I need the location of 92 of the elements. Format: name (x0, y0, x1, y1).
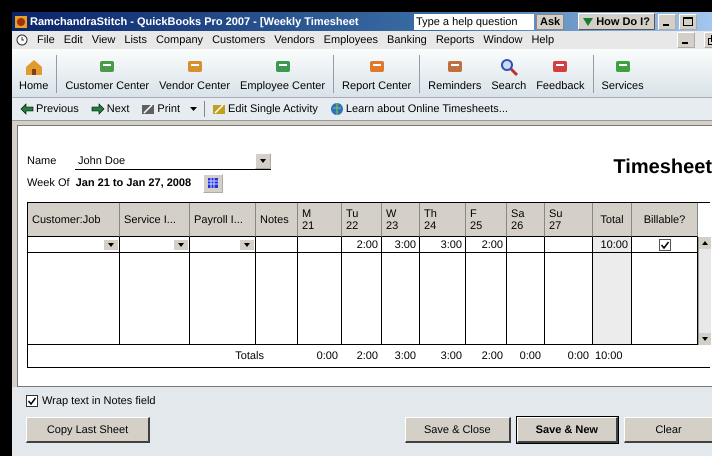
hours-cell[interactable]: 3:00 (420, 237, 466, 253)
menu-item[interactable]: Lists (124, 34, 147, 46)
dropdown-cell[interactable] (190, 237, 256, 253)
column-header: Sa 26 (507, 203, 545, 237)
help-field[interactable]: Type a help question (414, 14, 534, 30)
toolbar-button[interactable]: Home (14, 51, 54, 97)
dropdown-cell[interactable] (120, 237, 190, 253)
menu-item[interactable]: File (37, 34, 55, 46)
scroll-up-icon[interactable] (699, 237, 711, 249)
toolbar-button[interactable]: Print (136, 102, 202, 116)
scroll-down-icon[interactable] (699, 333, 711, 345)
timesheet-heading: Timesheet (613, 156, 712, 179)
total-value: 0:00 (568, 350, 590, 362)
caret-icon[interactable] (190, 107, 198, 111)
dropdown-arrow-icon (255, 152, 271, 168)
column-header: Tu 22 (342, 203, 382, 237)
app-logo-icon (14, 14, 28, 28)
checkbox-label: Wrap text in Notes field (42, 395, 156, 407)
column-header: Service I... (120, 203, 190, 237)
dropdown-cell[interactable] (28, 237, 120, 253)
column-header: Su 27 (545, 203, 593, 237)
billable-checkbox[interactable] (658, 238, 670, 250)
totals-label: Totals (235, 350, 264, 362)
hours-cell[interactable] (298, 237, 342, 253)
clock-icon[interactable] (16, 34, 28, 46)
column-header: Notes (256, 203, 298, 237)
column-header: Billable? (632, 203, 698, 237)
total-cell: 10:00 (593, 237, 632, 253)
globe-icon (330, 102, 344, 116)
column-header: Payroll I... (190, 203, 256, 237)
calendar-button[interactable] (203, 174, 224, 192)
arrow-icon (20, 102, 34, 116)
toolbar-button[interactable]: Report Center (337, 51, 416, 97)
toolbar-button[interactable]: Reminders (423, 51, 486, 97)
menu-item[interactable]: Employees (324, 34, 378, 46)
notes-cell[interactable] (256, 237, 298, 253)
name-dropdown[interactable]: John Doe (75, 152, 271, 170)
menu-item[interactable]: Help (531, 34, 554, 46)
toolbar-button[interactable]: Vendor Center (154, 51, 236, 97)
wrap-notes-checkbox[interactable] (26, 395, 38, 407)
toolbar-button[interactable]: Services (596, 51, 649, 97)
column-header: W 23 (382, 203, 420, 237)
toolbar-button[interactable]: Previous (15, 102, 84, 116)
action-button[interactable]: Save & Close (404, 417, 511, 443)
toolbar-button[interactable]: Next (86, 102, 134, 116)
how-do-i-button[interactable]: How Do I? (578, 13, 655, 30)
week-label: Week Of (27, 177, 70, 189)
toolbar-button[interactable]: Feedback (531, 51, 590, 97)
calendar-icon (208, 178, 218, 188)
menu-item[interactable]: Window (483, 34, 522, 46)
column-header: Total (593, 203, 632, 237)
arrow-icon (90, 102, 105, 116)
window-title: RamchandraStitch - QuickBooks Pro 2007 - [Weekly Timesheet (30, 16, 360, 28)
menu-item[interactable]: Vendors (274, 34, 315, 46)
action-button[interactable]: Save & New (516, 417, 618, 443)
column-header: Customer:Job (28, 203, 120, 237)
ask-button[interactable]: Ask (536, 14, 564, 30)
search-icon (498, 56, 519, 76)
menu-item[interactable]: View (92, 34, 116, 46)
toolbar-button[interactable]: Employee Center (235, 51, 330, 97)
hours-cell[interactable]: 2:00 (466, 237, 507, 253)
action-button[interactable]: Copy Last Sheet (26, 417, 150, 443)
total-value: 3:00 (440, 350, 463, 362)
column-header: F 25 (466, 203, 507, 237)
hours-cell[interactable]: 3:00 (382, 237, 420, 253)
total-value: 0:00 (520, 350, 542, 362)
hours-cell[interactable]: 2:00 (342, 237, 382, 253)
total-value: 2:00 (482, 350, 504, 362)
minimize-icon[interactable] (677, 32, 695, 48)
toolbar-button[interactable]: Learn about Online Timesheets... (324, 102, 513, 116)
total-value: 0:00 (316, 350, 339, 362)
triangle-icon (583, 18, 594, 26)
menu-item[interactable]: Banking (387, 34, 427, 46)
total-value: 2:00 (356, 350, 379, 362)
action-button[interactable]: Clear (624, 417, 712, 443)
scrollbar[interactable] (698, 237, 711, 345)
toolbar-button[interactable]: Customer Center (60, 51, 154, 97)
menu-item[interactable]: Edit (64, 34, 83, 46)
menu-item[interactable]: Company (156, 34, 204, 46)
menu-item[interactable]: Reports (436, 34, 474, 46)
total-value: 3:00 (394, 350, 417, 362)
column-header: M 21 (298, 203, 342, 237)
toolbar-button[interactable]: Edit Single Activity (207, 102, 323, 116)
menu-item[interactable]: Customers (212, 34, 266, 46)
hours-cell[interactable] (507, 237, 545, 253)
maximize-icon[interactable] (678, 14, 697, 30)
minimize-icon[interactable] (658, 14, 676, 30)
grand-total: 10:00 (594, 350, 624, 362)
toolbar-button[interactable]: Search (486, 51, 532, 97)
week-value: Jan 21 to Jan 27, 2008 (76, 177, 192, 189)
name-label: Name (27, 155, 58, 167)
column-header: Th 24 (420, 203, 466, 237)
